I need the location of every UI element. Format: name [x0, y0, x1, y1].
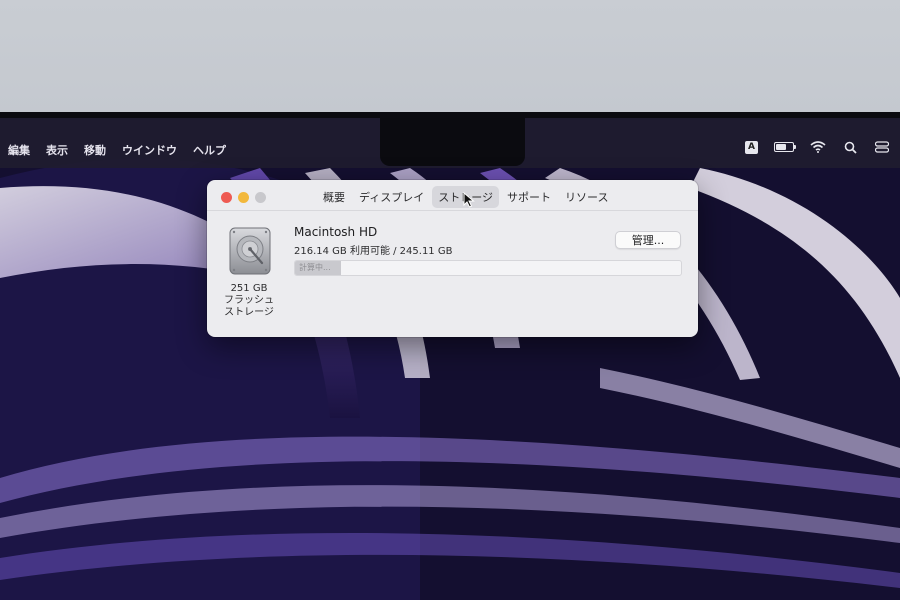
battery-level [776, 144, 786, 150]
storage-usage-fill: 計算中... [295, 261, 342, 275]
menu-bar: 編集 表示 移動 ウインドウ ヘルプ A [0, 118, 900, 168]
volume-name: Macintosh HD [294, 225, 378, 239]
about-this-mac-window: 概要 ディスプレイ ストレージ サポート リソース 251 GB [207, 180, 698, 337]
tab-displays[interactable]: ディスプレイ [353, 186, 430, 208]
disk-caption: 251 GB フラッシュ ストレージ [217, 283, 281, 319]
control-center-icon[interactable] [874, 140, 890, 154]
zoom-button[interactable] [255, 192, 266, 203]
tab-support[interactable]: サポート [501, 186, 557, 208]
disk-type-line1: フラッシュ [224, 295, 274, 306]
mouse-pointer-icon [463, 191, 475, 212]
menu-bar-left: 編集 表示 移動 ウインドウ ヘルプ [8, 142, 226, 158]
tab-overview[interactable]: 概要 [317, 186, 351, 208]
disk-type-line2: ストレージ [224, 307, 274, 318]
storage-usage-bar: 計算中... [294, 260, 682, 276]
menu-window[interactable]: ウインドウ [122, 142, 177, 158]
window-controls [221, 192, 266, 203]
volume-capacity: 216.14 GB 利用可能 / 245.11 GB [294, 246, 453, 257]
tab-resources[interactable]: リソース [559, 186, 614, 208]
menu-help[interactable]: ヘルプ [193, 142, 226, 158]
wifi-icon[interactable] [810, 140, 826, 154]
menu-view[interactable]: 表示 [46, 142, 68, 158]
disk-size: 251 GB [230, 283, 268, 294]
input-source-icon[interactable]: A [745, 140, 758, 154]
minimize-button[interactable] [238, 192, 249, 203]
tab-divider [207, 210, 698, 211]
menu-go[interactable]: 移動 [84, 142, 106, 158]
camera-notch [380, 118, 525, 166]
menu-bar-right: A [745, 140, 890, 154]
close-button[interactable] [221, 192, 232, 203]
hard-drive-icon [229, 227, 271, 279]
manage-button[interactable]: 管理... [615, 231, 681, 249]
menu-edit[interactable]: 編集 [8, 142, 30, 158]
battery-icon[interactable] [774, 142, 796, 152]
search-icon[interactable] [842, 140, 858, 154]
